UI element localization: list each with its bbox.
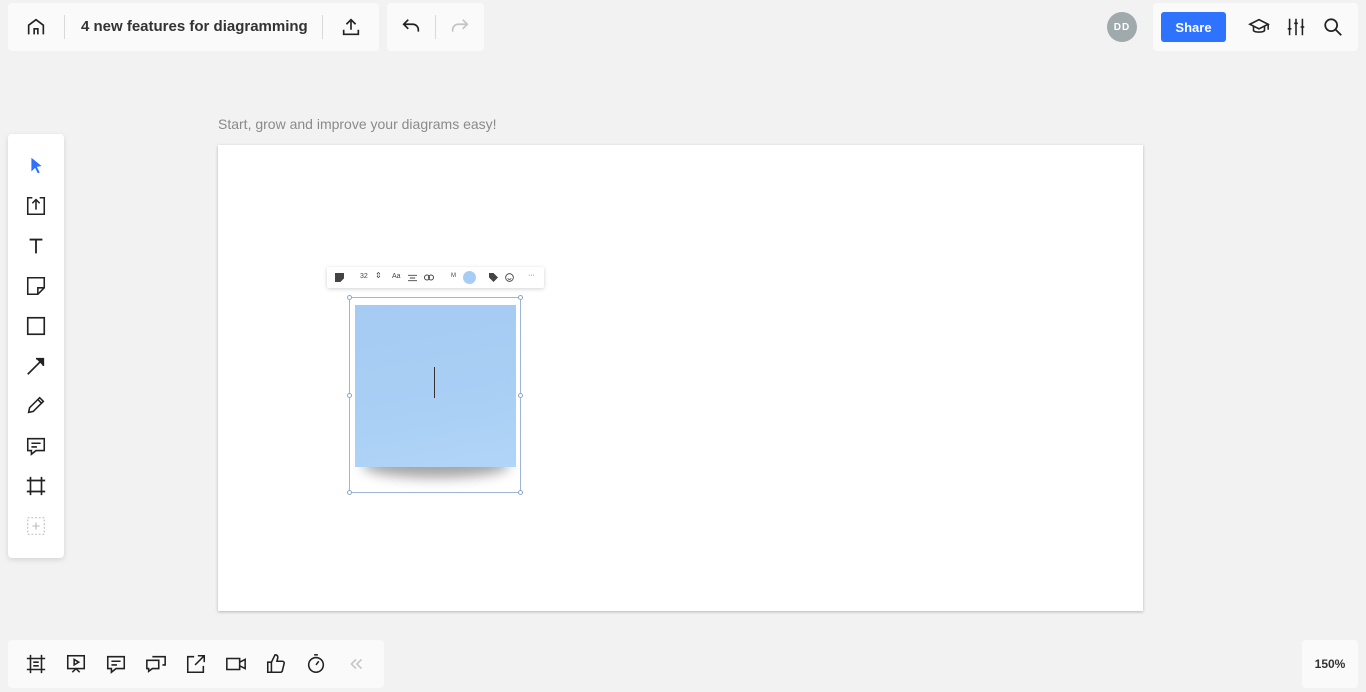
video-call-icon[interactable] — [220, 648, 252, 680]
pen-tool-icon[interactable] — [20, 389, 52, 421]
frame-label[interactable]: Start, grow and improve your diagrams ea… — [218, 116, 497, 132]
resize-handle[interactable] — [518, 295, 523, 300]
resize-handle[interactable] — [347, 393, 352, 398]
frame-tool-icon[interactable] — [20, 470, 52, 502]
chat-icon[interactable] — [140, 648, 172, 680]
connection-line-icon[interactable] — [20, 350, 52, 382]
left-toolbar — [8, 134, 64, 558]
resize-handle[interactable] — [518, 490, 523, 495]
more-tools-icon[interactable] — [20, 510, 52, 542]
resize-handle[interactable] — [518, 393, 523, 398]
link-icon[interactable] — [424, 274, 434, 281]
share-screen-icon[interactable] — [180, 648, 212, 680]
resize-handle[interactable] — [347, 490, 352, 495]
share-button[interactable]: Share — [1161, 12, 1226, 42]
voting-icon[interactable] — [260, 648, 292, 680]
learning-center-icon[interactable] — [1243, 11, 1275, 43]
font-size-value[interactable]: 32 — [360, 273, 368, 280]
emoji-icon[interactable] — [505, 273, 514, 282]
selection-box[interactable] — [347, 295, 523, 495]
timer-icon[interactable] — [300, 648, 332, 680]
board-header: 4 new features for diagramming — [8, 3, 379, 51]
resize-handle[interactable] — [347, 295, 352, 300]
font-size-stepper-icon[interactable]: ⇕ — [375, 271, 382, 280]
shape-tool-icon[interactable] — [20, 310, 52, 342]
board-title[interactable]: 4 new features for diagramming — [81, 18, 308, 35]
search-icon[interactable] — [1317, 11, 1349, 43]
presentation-icon[interactable] — [60, 648, 92, 680]
sticky-context-toolbar: 32 ⇕ Aa M ··· — [327, 267, 544, 288]
align-icon[interactable] — [408, 274, 417, 282]
tag-icon[interactable] — [489, 273, 498, 282]
divider — [322, 15, 323, 39]
sticky-note-tool-icon[interactable] — [20, 270, 52, 302]
bottom-toolbar — [8, 640, 384, 688]
undo-icon[interactable] — [395, 11, 427, 43]
frames-icon[interactable] — [20, 648, 52, 680]
upload-tool-icon[interactable] — [20, 190, 52, 222]
zoom-level[interactable]: 150% — [1302, 640, 1358, 688]
select-tool-icon[interactable] — [20, 150, 52, 182]
more-options-button[interactable]: ··· — [528, 272, 535, 279]
text-tool-icon[interactable] — [20, 230, 52, 262]
comments-icon[interactable] — [100, 648, 132, 680]
home-icon[interactable] — [20, 11, 52, 43]
avatar[interactable]: DD — [1107, 12, 1137, 42]
sticky-size-button[interactable]: M — [451, 273, 456, 279]
divider — [64, 15, 65, 39]
export-icon[interactable] — [335, 11, 367, 43]
collapse-toolbar-icon[interactable] — [340, 648, 372, 680]
comment-tool-icon[interactable] — [20, 430, 52, 462]
undo-redo-panel — [387, 3, 484, 51]
redo-icon[interactable] — [444, 11, 476, 43]
board-settings-icon[interactable] — [1280, 11, 1312, 43]
top-right-toolbar: Share — [1153, 3, 1358, 51]
font-button[interactable]: Aa — [392, 273, 401, 280]
sticky-type-icon[interactable] — [335, 273, 344, 282]
sticky-color-picker[interactable] — [463, 271, 476, 284]
divider — [435, 15, 436, 39]
